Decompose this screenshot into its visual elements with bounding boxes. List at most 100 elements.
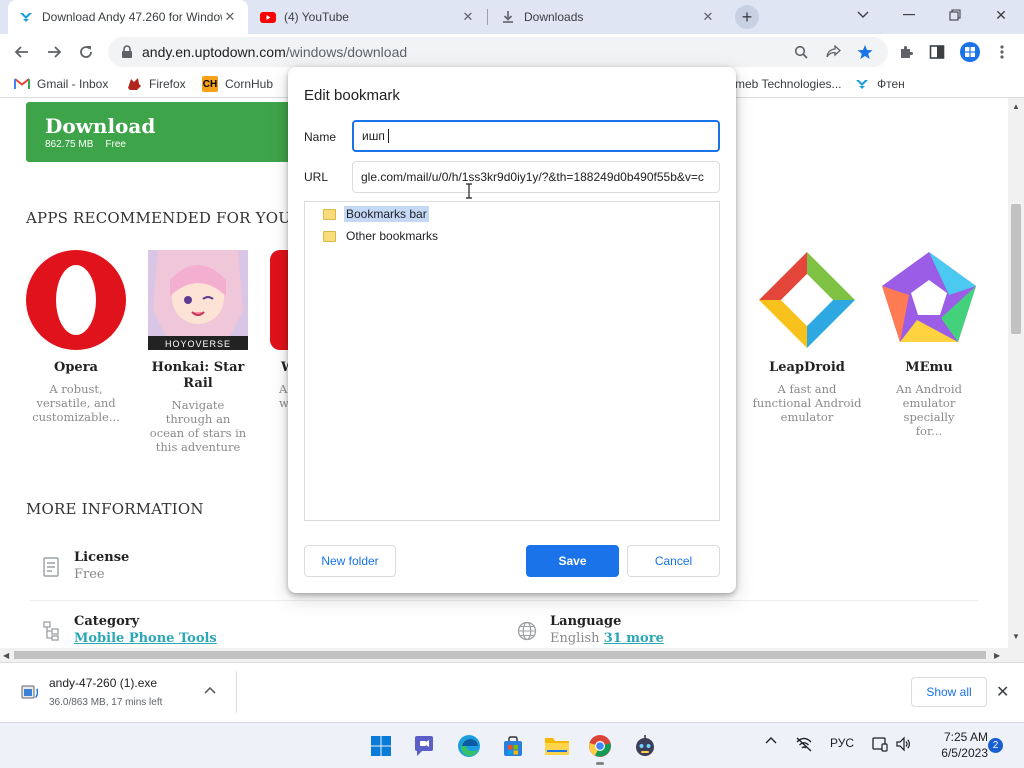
- taskbar: РУС 7:25 AM 6/5/2023 2: [0, 722, 1024, 768]
- app-card-honkai[interactable]: HOYOVERSE Honkai: Star Rail Navigate thr…: [143, 250, 253, 454]
- forward-icon[interactable]: [40, 38, 68, 66]
- download-button-label: Download: [45, 114, 156, 138]
- scrollbar-thumb[interactable]: [1011, 204, 1021, 334]
- tray-chevron-up-icon[interactable]: [763, 736, 779, 744]
- scroll-down-icon[interactable]: ▼: [1012, 632, 1020, 641]
- license-icon: [40, 556, 62, 578]
- folder-other-bookmarks[interactable]: Other bookmarks: [323, 227, 440, 245]
- dialog-title: Edit bookmark: [304, 87, 400, 104]
- network-disconnected-icon[interactable]: [794, 736, 814, 752]
- cancel-button[interactable]: Cancel: [627, 545, 720, 577]
- firefox-icon: [126, 76, 142, 92]
- installer-file-icon: [18, 681, 38, 703]
- tab-close-icon[interactable]: ✕: [700, 9, 716, 25]
- edit-bookmark-dialog: Edit bookmark Name ишп URL gle.com/mail/…: [288, 67, 736, 593]
- chrome-icon[interactable]: [585, 731, 615, 765]
- info-value: Free: [74, 567, 105, 582]
- back-icon[interactable]: [8, 38, 36, 66]
- horizontal-scrollbar[interactable]: ◀ ▶: [0, 648, 1024, 662]
- more-languages-link[interactable]: 31 more: [604, 631, 664, 646]
- clock-date: 6/5/2023: [941, 746, 988, 760]
- file-explorer-icon[interactable]: [542, 731, 572, 761]
- opera-icon: [26, 250, 126, 350]
- app-desc: A robust, versatile, and customizable...: [32, 382, 120, 424]
- download-file-name[interactable]: andy-47-260 (1).exe: [49, 676, 157, 690]
- tab-close-icon[interactable]: ✕: [460, 9, 476, 25]
- tab-title: Download Andy 47.260 for Windows: [42, 10, 222, 24]
- app-robot-icon[interactable]: [630, 731, 660, 761]
- bookmark-technologies[interactable]: meb Technologies...: [735, 75, 842, 93]
- category-icon: [40, 620, 62, 642]
- folder-tree[interactable]: Bookmarks bar Other bookmarks: [304, 201, 720, 521]
- app-card-leapdroid[interactable]: LeapDroid A fast and functional Android …: [752, 250, 862, 424]
- url-value: gle.com/mail/u/0/h/1ss3kr9d0iy1y/?&th=18…: [361, 170, 704, 184]
- notification-badge[interactable]: 2: [988, 738, 1003, 753]
- restore-icon[interactable]: [932, 0, 978, 30]
- tab-youtube[interactable]: (4) YouTube ✕: [250, 0, 486, 34]
- scroll-up-icon[interactable]: ▲: [1012, 102, 1020, 111]
- bookmark-ften[interactable]: Фтен: [854, 75, 905, 93]
- minimize-icon[interactable]: [886, 0, 932, 30]
- tab-uptodown[interactable]: Download Andy 47.260 for Windows ✕: [8, 0, 248, 34]
- bookmark-star-icon[interactable]: [855, 42, 875, 62]
- app-name: MEmu: [905, 360, 953, 375]
- menu-kebab-icon[interactable]: [991, 41, 1013, 63]
- name-field[interactable]: ишп: [352, 120, 720, 152]
- windows-start-icon[interactable]: [366, 731, 396, 761]
- bookmark-firefox[interactable]: Firefox: [126, 75, 186, 93]
- hoyoverse-badge: HOYOVERSE: [164, 339, 231, 349]
- tab-downloads[interactable]: Downloads ✕: [490, 0, 726, 34]
- info-value: Mobile Phone Tools: [74, 631, 217, 646]
- browser-toolbar: andy.en.uptodown.com/windows/download: [0, 34, 1024, 70]
- extensions-icon[interactable]: [895, 41, 917, 63]
- new-tab-button[interactable]: +: [735, 5, 759, 29]
- new-folder-button[interactable]: New folder: [304, 545, 396, 577]
- bookmark-gmail[interactable]: Gmail - Inbox: [14, 75, 108, 93]
- scroll-left-icon[interactable]: ◀: [3, 651, 9, 660]
- app-name: Opera: [54, 360, 98, 375]
- show-all-button[interactable]: Show all: [911, 677, 987, 707]
- reload-icon[interactable]: [72, 38, 100, 66]
- app-card-opera[interactable]: Opera A robust, versatile, and customiza…: [21, 250, 131, 424]
- microsoft-store-icon[interactable]: [498, 731, 528, 761]
- share-icon[interactable]: [823, 42, 843, 62]
- address-bar[interactable]: andy.en.uptodown.com/windows/download: [108, 37, 888, 67]
- download-shelf: andy-47-260 (1).exe 36.0/863 MB, 17 mins…: [0, 662, 1024, 722]
- bookmark-label: Gmail - Inbox: [37, 77, 109, 91]
- teams-chat-icon[interactable]: [409, 731, 439, 761]
- scrollbar-thumb[interactable]: [14, 651, 986, 659]
- volume-icon[interactable]: [894, 736, 912, 752]
- tab-search-chevron-icon[interactable]: [840, 0, 886, 30]
- bookmark-cornhub[interactable]: CH CornHub: [202, 75, 273, 93]
- input-language[interactable]: РУС: [828, 736, 856, 750]
- tab-close-icon[interactable]: ✕: [222, 9, 238, 25]
- folder-bookmarks-bar[interactable]: Bookmarks bar: [323, 205, 429, 223]
- chevron-up-icon[interactable]: [204, 683, 216, 697]
- scroll-right-icon[interactable]: ▶: [994, 651, 1000, 660]
- more-info-heading: MORE INFORMATION: [26, 500, 204, 518]
- tablet-mode-icon[interactable]: [871, 736, 889, 752]
- name-value: ишп: [362, 129, 385, 143]
- close-shelf-icon[interactable]: ✕: [996, 682, 1009, 702]
- download-button[interactable]: Download 862.75 MB Free: [26, 102, 296, 162]
- system-clock[interactable]: 7:25 AM 6/5/2023: [918, 729, 988, 761]
- close-window-icon[interactable]: ✕: [978, 0, 1024, 30]
- category-link[interactable]: Mobile Phone Tools: [74, 631, 217, 646]
- lock-icon[interactable]: [120, 45, 134, 59]
- tab-title: Downloads: [524, 10, 584, 24]
- side-panel-icon[interactable]: [926, 41, 948, 63]
- save-button[interactable]: Save: [526, 545, 619, 577]
- info-label: Category: [74, 614, 140, 629]
- bookmark-label: Фтен: [877, 77, 905, 91]
- edge-icon[interactable]: [454, 731, 484, 761]
- url-host: andy.en.uptodown.com: [142, 44, 286, 60]
- app-desc: An Android emulator specially for...: [896, 382, 962, 438]
- vertical-scrollbar[interactable]: ▲ ▼: [1008, 98, 1024, 648]
- profile-avatar[interactable]: [958, 40, 982, 64]
- uptodown-icon: [20, 13, 32, 22]
- app-name: LeapDroid: [769, 360, 845, 375]
- zoom-search-icon[interactable]: [791, 42, 811, 62]
- download-icon: [503, 11, 513, 23]
- url-field[interactable]: gle.com/mail/u/0/h/1ss3kr9d0iy1y/?&th=18…: [352, 161, 720, 193]
- app-card-memu[interactable]: MEmu An Android emulator specially for..…: [874, 250, 984, 438]
